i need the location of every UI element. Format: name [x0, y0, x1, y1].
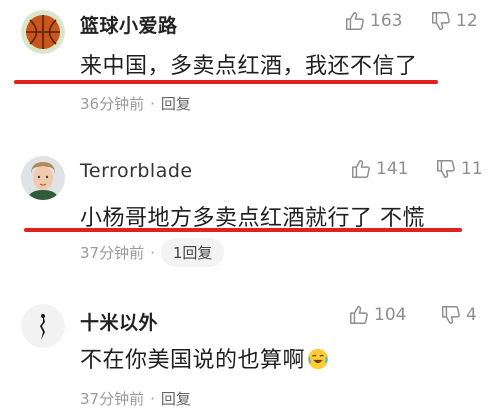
dislike-button[interactable]: 4	[440, 304, 477, 326]
like-count: 163	[370, 11, 403, 31]
dislike-count: 11	[461, 159, 483, 179]
comment-item: 十米以外 104 4 不在你美国说的也算啊 37分钟前 · 回复	[0, 290, 500, 417]
comment-text-row: 不在你美国说的也算啊	[80, 342, 329, 374]
separator-dot: ·	[150, 243, 155, 262]
comment-time: 37分钟前	[80, 244, 145, 262]
like-button[interactable]: 141	[350, 158, 408, 180]
thumbs-up-icon	[352, 160, 370, 178]
thumbs-up-icon	[346, 12, 364, 30]
comment-item: Terrorblade 141 11 小杨哥地方多卖点红酒就行了 不慌 37分钟…	[0, 140, 500, 270]
avatar-shimi[interactable]	[21, 304, 65, 348]
thumbs-up-icon	[350, 306, 368, 324]
dislike-count: 4	[466, 305, 477, 325]
dislike-button[interactable]: 12	[430, 10, 478, 32]
comment-text: 不在你美国说的也算啊	[80, 348, 306, 373]
comment-meta: 37分钟前 · 1回复	[80, 238, 225, 267]
like-count: 104	[374, 305, 407, 325]
thumbs-down-icon	[442, 306, 460, 324]
highlight-underline	[24, 228, 462, 232]
comment-time: 37分钟前	[80, 390, 145, 408]
reply-count-button[interactable]: 1回复	[160, 238, 225, 267]
thumbs-down-icon	[437, 160, 455, 178]
comment-item: 篮球小爱路 163 12 来中国，多卖点红酒，我还不信了 36分钟前 · 回复	[0, 0, 500, 120]
comment-username[interactable]: Terrorblade	[80, 160, 193, 182]
reply-button[interactable]: 回复	[161, 93, 191, 114]
like-button[interactable]: 163	[344, 10, 402, 32]
highlight-underline	[14, 80, 438, 84]
basketball-icon	[21, 10, 65, 54]
comment-meta: 36分钟前 · 回复	[80, 93, 191, 114]
comment-time: 36分钟前	[80, 95, 145, 113]
separator-dot: ·	[150, 389, 155, 408]
dislike-count: 12	[456, 11, 478, 31]
comment-text: 来中国，多卖点红酒，我还不信了	[80, 54, 418, 79]
reply-button[interactable]: 回复	[161, 388, 191, 409]
crying-laughing-emoji-icon	[307, 348, 329, 370]
like-button[interactable]: 104	[348, 304, 406, 326]
thumbs-down-icon	[432, 12, 450, 30]
user-photo-icon	[21, 156, 65, 200]
avatar-basketball[interactable]	[21, 10, 65, 54]
ink-figure-icon	[21, 304, 65, 348]
comment-username[interactable]: 十米以外	[80, 308, 158, 335]
like-count: 141	[376, 159, 409, 179]
comment-username[interactable]: 篮球小爱路	[80, 11, 178, 38]
comment-meta: 37分钟前 · 回复	[80, 388, 191, 409]
separator-dot: ·	[150, 94, 155, 113]
dislike-button[interactable]: 11	[435, 158, 483, 180]
avatar-terrorblade[interactable]	[21, 156, 65, 200]
